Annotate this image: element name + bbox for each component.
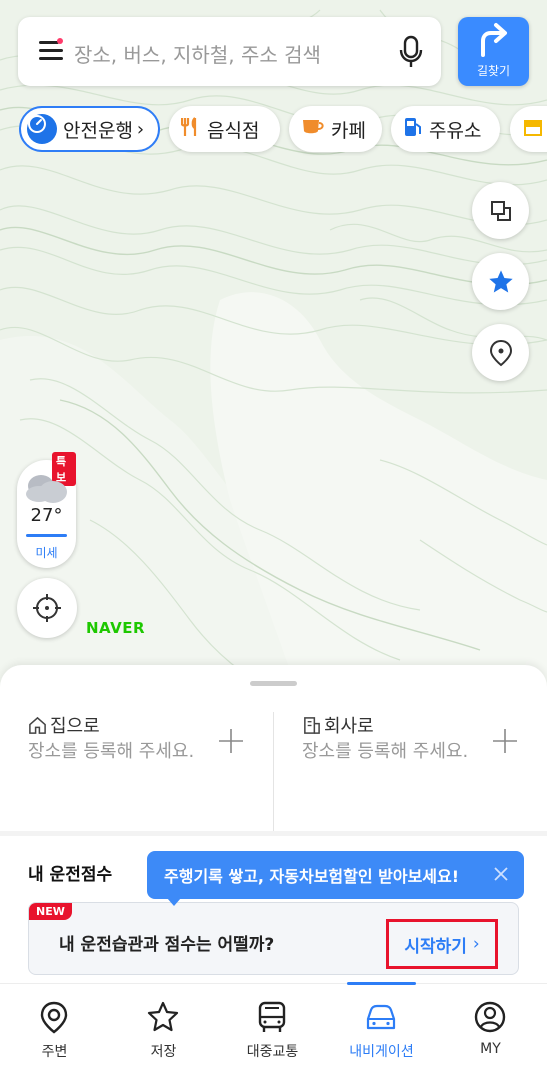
naver-logo: NAVER — [86, 619, 146, 637]
search-bar[interactable]: 장소, 버스, 지하철, 주소 검색 — [18, 17, 441, 86]
directions-button[interactable]: 길찾기 — [458, 17, 529, 86]
chip-label: 음식점 — [207, 119, 260, 142]
tab-label: MY — [480, 1041, 501, 1057]
location-pin-icon — [40, 1001, 68, 1034]
start-button[interactable]: 시작하기 › — [386, 919, 498, 969]
tab-transit[interactable]: 대중교통 — [218, 984, 327, 1080]
new-badge: NEW — [29, 903, 72, 920]
tooltip-text: 주행기록 쌓고, 자동차보험할인 받아보세요! — [164, 867, 460, 886]
layers-button[interactable] — [472, 182, 529, 239]
category-chips: 안전운행 › 음식점 카페 주유소 — [0, 104, 547, 156]
layers-icon — [490, 200, 511, 221]
work-desc: 장소를 등록해 주세요. — [302, 741, 469, 762]
start-label: 시작하기 — [404, 936, 467, 957]
close-icon[interactable] — [492, 865, 510, 883]
tab-label: 대중교통 — [246, 1044, 299, 1060]
chip-label: 안전운행 — [63, 119, 133, 142]
place-pin-button[interactable] — [472, 324, 529, 381]
map-view[interactable]: 장소, 버스, 지하철, 주소 검색 길찾기 안전운행 › 음식점 카페 주유소… — [0, 0, 547, 700]
sheet-handle[interactable] — [250, 681, 297, 686]
microphone-icon[interactable] — [398, 35, 424, 69]
chip-cafe[interactable]: 카페 — [289, 106, 382, 152]
notification-dot — [57, 38, 63, 44]
bus-icon — [258, 1001, 286, 1032]
tab-my[interactable]: MY — [436, 984, 545, 1080]
temperature: 27° — [30, 505, 63, 526]
work-title-text: 회사로 — [324, 716, 374, 737]
search-input[interactable]: 장소, 버스, 지하철, 주소 검색 — [74, 39, 321, 68]
profile-icon — [474, 1001, 506, 1033]
weather-widget[interactable]: 특보 27° 미세 — [17, 452, 76, 568]
star-icon — [488, 269, 513, 292]
work-shortcut[interactable]: 회사로 장소를 등록해 주세요. — [274, 710, 547, 832]
tab-label: 저장 — [150, 1044, 177, 1060]
driving-score-card[interactable]: NEW 내 운전습관과 점수는 어떨까? 시작하기 › — [28, 902, 519, 975]
home-desc: 장소를 등록해 주세요. — [28, 741, 195, 762]
chevron-right-icon: › — [136, 118, 145, 140]
map-pin-icon — [489, 339, 512, 366]
chip-restaurant[interactable]: 음식점 — [169, 106, 280, 152]
chevron-right-icon: › — [472, 934, 480, 954]
shortcut-divider — [273, 712, 274, 832]
coffee-cup-icon — [301, 117, 325, 142]
crosshair-icon — [33, 594, 61, 622]
dust-level-bar — [26, 534, 67, 537]
insurance-tooltip: 주행기록 쌓고, 자동차보험할인 받아보세요! — [147, 851, 524, 906]
directions-label: 길찾기 — [476, 64, 511, 78]
tooltip-tail — [167, 898, 181, 906]
add-work-icon[interactable] — [490, 726, 520, 756]
favorites-button[interactable] — [472, 253, 529, 310]
tab-saved[interactable]: 저장 — [109, 984, 218, 1080]
bottom-tab-bar: 주변 저장 대중교통 내비게이션 MY — [0, 982, 547, 1080]
tab-label: 내비게이션 — [349, 1044, 414, 1060]
tab-navigation[interactable]: 내비게이션 — [327, 982, 436, 1080]
turn-right-arrow-icon — [481, 23, 507, 57]
cloud-icon — [26, 475, 67, 503]
speedometer-icon — [27, 114, 57, 144]
chip-safe-driving[interactable]: 안전운행 › — [19, 106, 160, 152]
active-tab-indicator — [347, 982, 416, 985]
star-icon — [147, 1001, 179, 1032]
menu-icon[interactable] — [39, 41, 63, 61]
chip-label: 주유소 — [429, 119, 482, 142]
gas-station-icon — [403, 116, 423, 143]
home-shortcut[interactable]: 집으로 장소를 등록해 주세요. — [0, 710, 274, 832]
fork-knife-icon — [180, 116, 201, 143]
current-location-button[interactable] — [17, 578, 77, 638]
tab-nearby[interactable]: 주변 — [0, 984, 109, 1080]
chip-more[interactable] — [510, 106, 547, 152]
chip-gas-station[interactable]: 주유소 — [391, 106, 500, 152]
store-icon — [522, 117, 544, 142]
driving-score-prompt: 내 운전습관과 점수는 어떨까? — [59, 935, 275, 955]
home-title: 집으로 — [28, 712, 100, 738]
add-home-icon[interactable] — [216, 726, 246, 756]
tab-label: 주변 — [41, 1044, 68, 1060]
work-title: 회사로 — [302, 712, 374, 738]
chip-label: 카페 — [331, 119, 366, 142]
car-icon — [366, 1004, 396, 1030]
section-separator — [0, 831, 547, 836]
fine-dust-label: 미세 — [35, 546, 58, 560]
home-icon — [29, 716, 46, 734]
home-title-text: 집으로 — [50, 716, 100, 737]
driving-score-title: 내 운전점수 — [28, 865, 113, 885]
office-building-icon — [304, 716, 320, 734]
